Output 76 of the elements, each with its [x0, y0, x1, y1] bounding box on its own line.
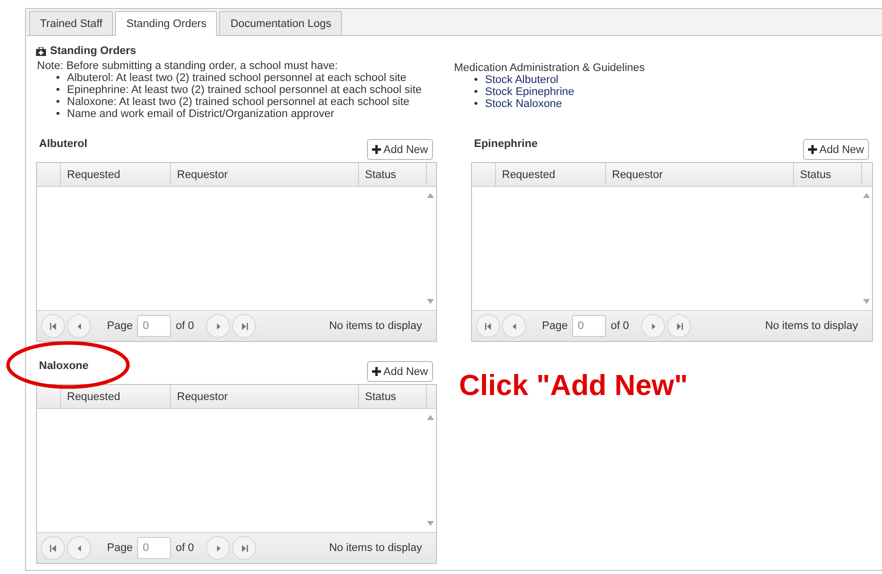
pager-status: No items to display: [329, 542, 422, 554]
bullet: •: [56, 108, 61, 120]
column-header[interactable]: Requestor: [171, 163, 359, 186]
plus-icon: [372, 367, 382, 376]
add-new-button[interactable]: Add New: [803, 139, 869, 160]
plus-icon: [372, 145, 382, 154]
pager-status: No items to display: [329, 320, 422, 332]
page-count: of 0: [176, 542, 194, 554]
column-header[interactable]: Requestor: [171, 385, 359, 408]
scroll-down-icon[interactable]: [427, 521, 434, 526]
panel-title: Naloxone: [38, 360, 89, 372]
page-count: of 0: [610, 320, 630, 332]
scroll-down-icon[interactable]: [863, 299, 870, 304]
plus-icon: [808, 145, 818, 154]
bullet: •: [474, 98, 479, 110]
annotation-text: Click "Add New": [459, 370, 688, 403]
bullet: •: [56, 72, 61, 84]
scroll-up-icon[interactable]: [863, 193, 870, 198]
last-page-button[interactable]: [667, 314, 692, 338]
column-header[interactable]: Status: [794, 163, 862, 186]
first-page-button[interactable]: [41, 314, 65, 338]
page-label: Page: [107, 542, 133, 554]
previous-page-icon: [510, 322, 518, 330]
page-label: Page: [542, 320, 568, 332]
add-new-button[interactable]: Add New: [367, 139, 433, 160]
bullet: •: [474, 86, 479, 98]
note-text: Note: Before submitting a standing order, a school must have:: [36, 60, 339, 72]
next-page-icon: [650, 322, 657, 330]
panel-title: Albuterol: [38, 138, 88, 150]
bullet: •: [56, 84, 61, 96]
last-page-icon: [676, 322, 683, 330]
last-page-button[interactable]: [232, 314, 256, 338]
first-page-icon: [484, 322, 492, 330]
previous-page-icon: [76, 544, 82, 552]
panel-title: Epinephrine: [473, 138, 538, 150]
tab[interactable]: Trained Staff: [29, 11, 114, 35]
add-new-button[interactable]: Add New: [367, 361, 433, 382]
first-page-button[interactable]: [476, 314, 500, 338]
page-input[interactable]: 0: [136, 537, 171, 559]
page-label: Page: [107, 320, 133, 332]
scroll-down-icon[interactable]: [427, 299, 434, 304]
column-header[interactable]: Requested: [496, 163, 606, 186]
column-header[interactable]: Status: [359, 163, 427, 186]
column-header[interactable]: Requestor: [606, 163, 794, 186]
pager-status: No items to display: [765, 320, 858, 332]
first-page-icon: [50, 322, 56, 330]
last-page-icon: [240, 544, 248, 552]
tab[interactable]: Documentation Logs: [219, 11, 342, 35]
column-header[interactable]: Requested: [61, 163, 171, 186]
column-header[interactable]: Requested: [61, 385, 171, 408]
bullet: •: [474, 74, 479, 86]
guidelines-title: Medication Administration & Guidelines: [454, 62, 646, 74]
page-input[interactable]: 0: [136, 315, 171, 337]
guideline-link[interactable]: Stock Naloxone: [485, 98, 562, 110]
requirement-item: Naloxone: At least two (2) trained school personnel at each school site: [67, 96, 410, 108]
first-page-button[interactable]: [41, 536, 65, 560]
bullet: •: [56, 96, 61, 108]
requirement-item: Name and work email of District/Organization approver: [67, 108, 334, 120]
last-page-button[interactable]: [232, 536, 256, 560]
next-page-icon: [214, 544, 222, 552]
page-count: of 0: [176, 320, 194, 332]
last-page-icon: [240, 322, 248, 330]
guideline-link[interactable]: Stock Albuterol: [485, 74, 558, 86]
scroll-up-icon[interactable]: [427, 415, 434, 420]
previous-page-icon: [76, 322, 82, 330]
next-page-icon: [214, 322, 222, 330]
requirement-item: Albuterol: At least two (2) trained school personnel at each school site: [67, 72, 406, 84]
first-page-icon: [50, 544, 56, 552]
first-aid-kit-icon: [36, 46, 46, 56]
tab[interactable]: Standing Orders: [115, 11, 218, 36]
section-title: Standing Orders: [50, 45, 136, 57]
page-input[interactable]: 0: [572, 315, 606, 337]
guideline-link[interactable]: Stock Epinephrine: [485, 86, 574, 98]
scroll-up-icon[interactable]: [427, 193, 434, 198]
requirement-item: Epinephrine: At least two (2) trained school personnel at each school site: [67, 84, 422, 96]
column-header[interactable]: Status: [359, 385, 427, 408]
